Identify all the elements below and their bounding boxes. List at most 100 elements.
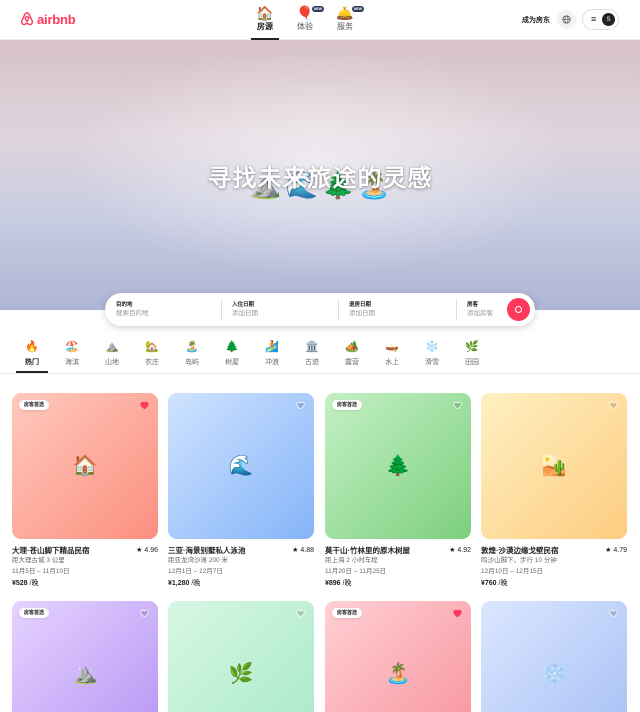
checkout-label: 退房日期 [349,302,372,308]
heart-icon[interactable] [296,609,305,618]
category-item[interactable]: 🏡 农庄 [132,339,172,373]
category-item[interactable]: 🌲 树屋 [212,339,252,373]
category-divider [0,373,640,374]
listing-card[interactable]: 🏠 房客首选 大理·苍山脚下精品民宿 ★ 4.96 距大理古城 3 公里 11月5日 – … [12,393,158,589]
hero-title: 寻找未来旅途的灵感 [207,165,433,192]
price-amount: ¥760 [481,580,497,587]
category-label: 田园 [465,359,479,366]
listing-photo[interactable]: 🌿 [168,601,314,712]
listing-illustration: ⛰️ [72,663,98,685]
tent-icon: 🏕️ [345,341,359,353]
listing-card[interactable]: 🏜️ 敦煌·沙漠边缘戈壁民宿 ★ 4.79 鸣沙山脚下，步行 10 分钟 12月10日 … [481,393,627,589]
price-unit: /晚 [496,580,508,587]
listing-photo[interactable]: 🌲 房客首选 [325,393,471,539]
checkin-placeholder: 添加日期 [232,310,258,317]
listing-card[interactable]: 🌿 [168,601,314,712]
listing-rating: ★ 4.92 [449,547,471,554]
category-label: 水上 [385,359,399,366]
destination-field[interactable]: 目的地 搜索目的地 [105,293,221,326]
brand-name: airbnb [37,11,76,27]
listing-price: ¥528 /晚 [12,578,158,589]
listing-card[interactable]: ❄️ [481,601,627,712]
heart-icon[interactable] [453,401,462,410]
listing-illustration: 🏜️ [541,455,567,477]
price-unit: /晚 [27,580,39,587]
heart-icon[interactable] [453,609,462,618]
listing-photo[interactable]: 🏠 房客首选 [12,393,158,539]
listing-title: 敦煌·沙漠边缘戈壁民宿 [481,545,559,555]
nav-tab-experiences[interactable]: 🎈 NEW 体验 [290,5,324,39]
listing-distance: 距大理古城 3 公里 [12,557,65,564]
user-menu-button[interactable]: ≡ S [582,9,619,30]
price-amount: ¥528 [12,580,28,587]
category-item[interactable]: 🏖️ 海滨 [52,339,92,373]
listing-photo[interactable]: ⛰️ 房客首选 [12,601,158,712]
listing-distance: 距亚龙湾沙滩 200 米 [168,557,228,564]
listing-card[interactable]: 🌲 房客首选莫干山·竹林里的原木树屋 ★ 4.92 距上海 2 小时车程 11月20日 … [325,393,471,589]
listing-card[interactable]: ⛰️ 房客首选 [12,601,158,712]
heart-icon[interactable] [140,609,149,618]
airbnb-logo[interactable]: airbnb [20,11,76,27]
hero-banner: ⛰️ 🌊 🌲 🏝️ 寻找未来旅途的灵感 [0,40,640,310]
listing-title-row: 敦煌·沙漠边缘戈壁民宿 ★ 4.79 [481,545,627,555]
listing-dates: 12月10日 – 12月15日 [481,568,544,575]
tree-icon: 🌲 [225,341,239,353]
leaf-icon: 🌿 [465,341,479,353]
category-item[interactable]: 🏄 冲浪 [252,339,292,373]
top-header: airbnb 🏠 房源 🎈 NEW 体验 🛎️ NEW 服务 成为房东 ≡ S [0,0,640,40]
listing-price: ¥896 /晚 [325,578,471,589]
nav-tab-label: 房源 [257,22,273,31]
listing-card[interactable]: 🌊 三亚·海景别墅私人泳池 ★ 4.88 距亚龙湾沙滩 200 米 12月1日 – 12… [168,393,314,589]
listing-price: ¥760 /晚 [481,578,627,589]
category-label: 农庄 [145,359,159,366]
language-button[interactable] [557,10,576,29]
category-label: 岛屿 [185,359,199,366]
listing-title: 莫干山·竹林里的原木树屋 [325,545,410,555]
category-item[interactable]: 🏛️ 古迹 [292,339,332,373]
checkin-label: 入住日期 [232,302,255,308]
nav-tab-stays[interactable]: 🏠 房源 [250,5,280,40]
listing-rating: ★ 4.96 [136,547,158,554]
category-bar: 🔥 热门 🏖️ 海滨 ⛰️ 山地 🏡 农庄 🏝️ 岛屿 🌲 树屋 🏄 冲浪 🏛️ 古迹 🏕️ 露营 🛶 水上 ❄️ 滑雪 🌿… [12,339,628,373]
avatar: S [602,13,615,26]
landmark-icon: 🏛️ [305,341,319,353]
surfer-icon: 🏄 [265,341,279,353]
checkin-field[interactable]: 入住日期 添加日期 [221,293,338,326]
destination-placeholder: 搜索目的地 [116,310,149,317]
become-host-link[interactable]: 成为房东 [522,15,550,25]
listing-rating: ★ 4.88 [292,547,314,554]
heart-icon[interactable] [609,401,618,410]
heart-icon[interactable] [140,401,149,410]
category-item[interactable]: 🔥 热门 [12,339,52,373]
heart-icon[interactable] [609,609,618,618]
listing-photo[interactable]: 🏝️ 房客首选 [325,601,471,712]
listing-illustration: 🌿 [228,663,254,685]
category-item[interactable]: ❄️ 滑雪 [412,339,452,373]
beach-icon: 🏖️ [65,341,79,353]
category-item[interactable]: 🏝️ 岛屿 [172,339,212,373]
listing-dates: 12月1日 – 12月7日 [168,568,223,575]
listing-photo[interactable]: 🏜️ [481,393,627,539]
category-item[interactable]: 🌿 田园 [452,339,492,373]
listing-illustration: 🏝️ [385,663,411,685]
category-item[interactable]: ⛰️ 山地 [92,339,132,373]
price-amount: ¥896 [325,580,341,587]
category-item[interactable]: 🛶 水上 [372,339,412,373]
farmhouse-icon: 🏡 [145,341,159,353]
category-item[interactable]: 🏕️ 露营 [332,339,372,373]
listing-photo[interactable]: 🌊 [168,393,314,539]
category-label: 树屋 [225,359,239,366]
checkout-field[interactable]: 退房日期 添加日期 [338,293,456,326]
snowflake-icon: ❄️ [425,341,439,353]
nav-tab-services[interactable]: 🛎️ NEW 服务 [330,5,364,39]
listing-card[interactable]: 🏝️ 房客首选 [325,601,471,712]
heart-icon[interactable] [296,401,305,410]
checkout-placeholder: 添加日期 [349,310,375,317]
guest-favorite-badge: 房客首选 [332,400,363,410]
listing-dates: 11月20日 – 11月25日 [325,568,387,575]
search-button[interactable] [507,298,530,321]
listing-distance: 距上海 2 小时车程 [325,557,378,564]
listing-title-row: 大理·苍山脚下精品民宿 ★ 4.96 [12,545,158,555]
listing-photo[interactable]: ❄️ [481,601,627,712]
island-icon: 🏝️ [185,341,199,353]
